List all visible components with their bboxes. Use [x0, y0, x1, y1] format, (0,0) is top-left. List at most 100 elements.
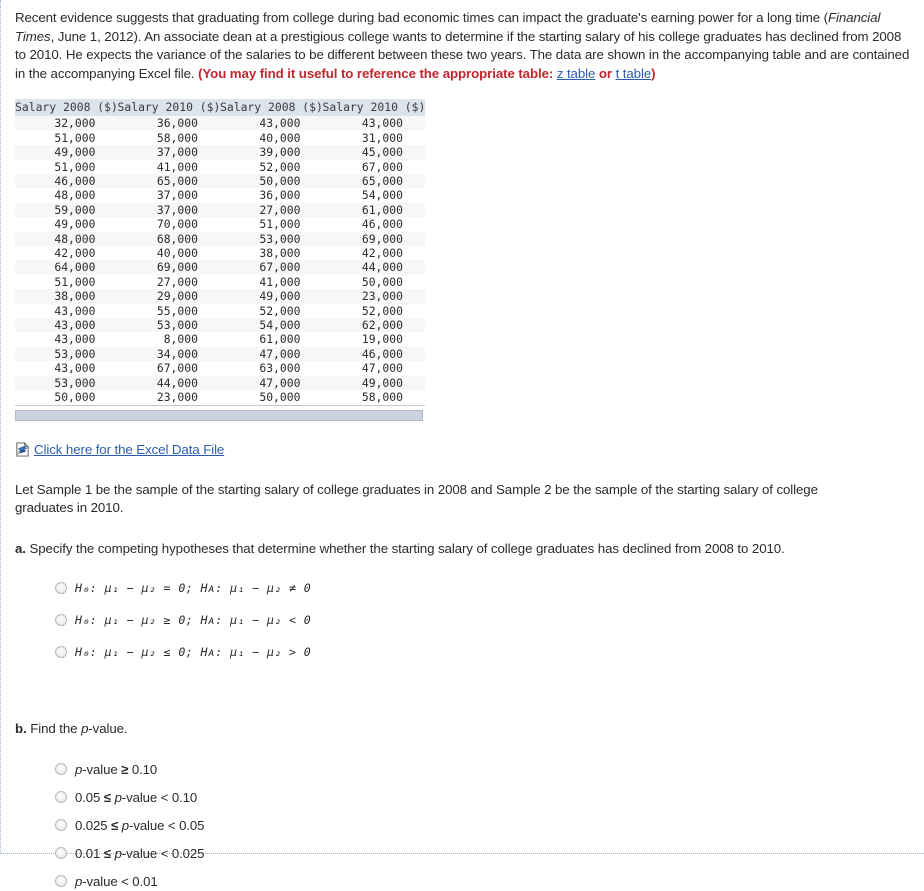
table-row: 43,000 55,000 52,000 52,000	[15, 303, 425, 319]
table-cell: 49,000	[259, 289, 301, 304]
table-cell: 43,000	[54, 303, 96, 318]
table-cell: 53,000	[54, 375, 96, 390]
option-prefix: 0.025	[75, 817, 112, 833]
part-b-option[interactable]: 0.05 ≤ p-value < 0.10	[55, 789, 912, 807]
part-a-option-group[interactable]: H₀: μ₁ − μ₂ = 0; Hᴀ: μ₁ − μ₂ ≠ 0 H₀: μ₁ −…	[15, 580, 912, 662]
part-b-option-label: p-value ≥ 0.10	[75, 761, 157, 778]
table-cell: 52,000	[259, 303, 301, 318]
option-prefix: 0.05	[75, 789, 104, 805]
part-a-option[interactable]: H₀: μ₁ − μ₂ ≥ 0; Hᴀ: μ₁ − μ₂ < 0	[55, 612, 912, 630]
table-cell: 36,000	[156, 116, 198, 131]
part-b-question: b. Find the p-value.	[15, 720, 875, 739]
table-cell: 44,000	[361, 260, 403, 275]
table-cell: 42,000	[361, 246, 403, 261]
part-b-option[interactable]: p-value ≥ 0.10	[55, 761, 912, 779]
radio-button[interactable]	[55, 646, 67, 659]
table-row: 43,000 67,000 63,000 47,000	[15, 361, 425, 376]
table-cell: 43,000	[361, 116, 403, 131]
radio-button[interactable]	[55, 874, 67, 887]
radio-button[interactable]	[55, 582, 67, 595]
scrollbar-thumb[interactable]	[16, 410, 422, 420]
table-cell: 47,000	[259, 375, 301, 390]
part-b-option[interactable]: 0.025 ≤ p-value < 0.05	[55, 817, 912, 835]
table-row: 32,000 36,000 43,000 43,000	[15, 116, 425, 131]
salary-data-table: Salary 2008 ($) Salary 2010 ($) Salary 2…	[15, 99, 426, 406]
table-cell: 37,000	[156, 202, 198, 217]
table-cell: 36,000	[259, 188, 301, 203]
table-horizontal-scrollbar[interactable]	[15, 409, 423, 421]
table-cell: 63,000	[259, 361, 301, 376]
table-cell: 46,000	[54, 174, 96, 188]
radio-button[interactable]	[55, 818, 67, 831]
t-table-link[interactable]: t table	[616, 66, 652, 81]
intro-text-before: Recent evidence suggests that graduating…	[15, 10, 828, 25]
table-cell: 65,000	[361, 174, 403, 188]
table-cell: 41,000	[156, 159, 198, 174]
excel-file-row[interactable]: Click here for the Excel Data File	[15, 441, 912, 459]
z-table-link[interactable]: z table	[557, 66, 596, 81]
table-row: 49,000 70,000 51,000 46,000	[15, 217, 425, 232]
radio-button[interactable]	[55, 614, 67, 627]
table-cell: 37,000	[156, 188, 198, 203]
table-head: Salary 2008 ($) Salary 2010 ($) Salary 2…	[15, 99, 426, 117]
table-row: 43,000 53,000 54,000 62,000	[15, 318, 425, 333]
table-cell: 50,000	[15, 390, 118, 406]
part-a-label: a.	[15, 540, 26, 556]
table-cell: 40,000	[156, 246, 198, 261]
sample-definition-text: Let Sample 1 be the sample of the starti…	[15, 481, 818, 516]
column-header-salary-2008-b: Salary 2008 ($)	[220, 99, 323, 117]
part-b-option[interactable]: p-value < 0.01	[55, 873, 912, 891]
table-cell: 58,000	[156, 130, 198, 145]
excel-file-icon	[15, 442, 30, 457]
table-cell: 53,000	[156, 318, 198, 333]
excel-data-file-link[interactable]: Click here for the Excel Data File	[34, 442, 224, 457]
inequality-symbol: ≤	[103, 845, 111, 861]
table-cell: 59,000	[54, 202, 96, 217]
table-cell: 39,000	[259, 145, 301, 160]
hint-open-text: (You may find it useful to reference the…	[198, 65, 557, 81]
hint-close-text: )	[651, 65, 656, 81]
part-a-option-label: H₀: μ₁ − μ₂ ≥ 0; Hᴀ: μ₁ − μ₂ < 0	[75, 613, 312, 628]
part-b-option-label: 0.025 ≤ p-value < 0.05	[75, 817, 204, 834]
part-b-label: b.	[15, 721, 27, 737]
part-b-option-label: p-value < 0.01	[75, 873, 158, 890]
table-cell: 8,000	[163, 332, 198, 347]
table-cell: 51,000	[54, 274, 96, 289]
table-cell: 43,000	[54, 332, 96, 347]
table-row: 51,000 58,000 40,000 31,000	[15, 130, 425, 146]
table-row: 51,000 41,000 52,000 67,000	[15, 159, 425, 174]
radio-button[interactable]	[55, 846, 67, 859]
radio-button[interactable]	[55, 762, 67, 775]
table-row: 53,000 44,000 47,000 49,000	[15, 375, 425, 391]
table-cell: 48,000	[54, 188, 96, 203]
part-a-option[interactable]: H₀: μ₁ − μ₂ = 0; Hᴀ: μ₁ − μ₂ ≠ 0	[55, 580, 912, 598]
part-b-option-group[interactable]: p-value ≥ 0.10 0.05 ≤ p-value < 0.10 0.025…	[15, 761, 912, 891]
part-a-option[interactable]: H₀: μ₁ − μ₂ ≤ 0; Hᴀ: μ₁ − μ₂ > 0	[55, 644, 912, 662]
table-cell: 23,000	[117, 390, 220, 406]
p-symbol: p	[75, 873, 83, 889]
table-cell: 49,000	[361, 375, 403, 390]
table-cell: 43,000	[54, 318, 96, 333]
option-suffix: -value < 0.10	[121, 789, 198, 805]
part-a-question: a. Specify the competing hypotheses that…	[15, 540, 875, 559]
question-page: Recent evidence suggests that graduating…	[0, 0, 924, 889]
option-suffix: -value < 0.025	[121, 845, 205, 861]
table-cell: 45,000	[361, 145, 403, 160]
part-a-text: Specify the competing hypotheses that de…	[25, 540, 785, 556]
option-suffix: -value < 0.05	[129, 817, 205, 833]
table-cell: 47,000	[361, 361, 403, 376]
table-cell: 52,000	[259, 159, 301, 174]
table-cell: 53,000	[259, 231, 301, 246]
table-row: 46,000 65,000 50,000 65,000	[15, 174, 425, 189]
table-cell: 64,000	[54, 260, 96, 275]
table-row: 59,000 37,000 27,000 61,000	[15, 202, 425, 218]
table-cell: 50,000	[220, 390, 323, 406]
table-cell: 29,000	[156, 289, 198, 304]
part-b-text-after: -value.	[88, 721, 128, 737]
radio-button[interactable]	[55, 790, 67, 803]
table-cell: 19,000	[361, 332, 403, 347]
table-cell: 67,000	[361, 159, 403, 174]
column-header-salary-2010-b: Salary 2010 ($)	[322, 99, 426, 117]
table-row: 49,000 37,000 39,000 45,000	[15, 145, 425, 160]
table-cell: 51,000	[54, 159, 96, 174]
